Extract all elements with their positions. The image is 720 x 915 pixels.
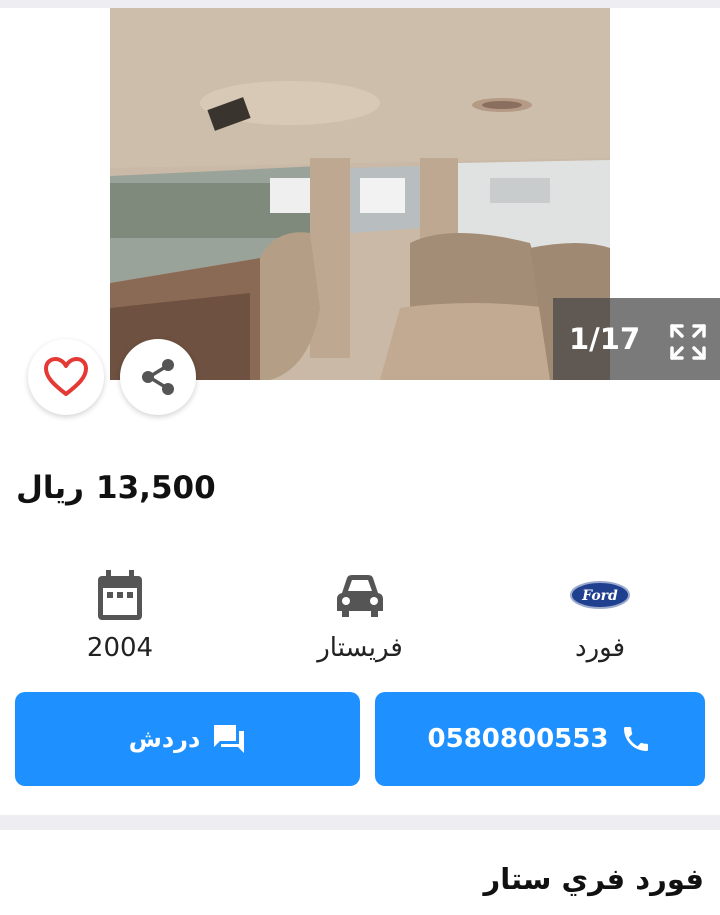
calendar-icon <box>98 570 142 620</box>
chevron-right-icon <box>648 161 666 189</box>
spec-year: 2004 <box>40 565 200 663</box>
favorite-button[interactable] <box>28 339 104 415</box>
spec-model-value: فريستار <box>317 633 403 663</box>
photo-counter-overlay: 1/17 <box>553 298 720 380</box>
photo-gallery[interactable]: 1/17 <box>0 8 720 380</box>
ford-logo-text: Ford <box>581 588 618 604</box>
price-currency: ريال <box>16 470 85 506</box>
ford-logo: Ford <box>570 581 630 609</box>
spec-make-value: فورد <box>575 633 625 663</box>
chat-button[interactable]: دردش <box>15 692 360 786</box>
spec-model: فريستار <box>280 565 440 663</box>
previous-photo-button[interactable] <box>44 158 78 192</box>
phone-icon <box>624 727 649 751</box>
car-icon <box>337 575 383 617</box>
heart-icon <box>44 357 88 396</box>
top-strip <box>0 0 720 8</box>
car-interior-photo <box>110 8 610 380</box>
chevron-left-icon <box>52 161 70 189</box>
spec-year-value: 2004 <box>86 633 154 663</box>
phone-number: 0580800553 <box>427 724 609 754</box>
call-button[interactable]: 0580800553 <box>375 692 705 786</box>
next-photo-button[interactable] <box>640 158 674 192</box>
fullscreen-icon[interactable] <box>668 322 708 362</box>
spec-make: Ford فورد <box>520 565 680 663</box>
share-button[interactable] <box>120 339 196 415</box>
share-icon <box>142 359 174 395</box>
chat-icon <box>214 725 245 753</box>
price-amount: 13,500 <box>96 470 216 506</box>
listing-photo[interactable] <box>110 8 610 380</box>
chat-button-label: دردش <box>128 725 201 753</box>
photo-counter: 1/17 <box>569 322 641 356</box>
price: ريال 13,500 <box>16 470 216 506</box>
section-divider <box>0 815 720 830</box>
listing-title: فورد فري ستار <box>483 862 705 896</box>
